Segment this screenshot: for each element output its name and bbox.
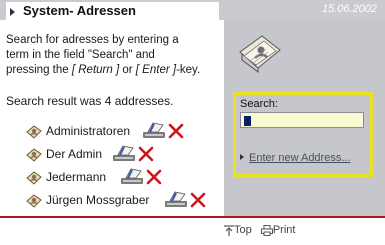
top-link[interactable]: Top: [224, 224, 255, 236]
page-title: System- Adressen: [23, 3, 136, 18]
user-link-juergen-mossgraber[interactable]: Jürgen Mossgraber: [46, 193, 149, 207]
title-box: System- Adressen: [6, 2, 219, 21]
enter-key-label: [ Enter ]: [135, 64, 177, 76]
delete-icon[interactable]: [168, 123, 184, 139]
search-result-text: Search result was 4 addresses.: [6, 94, 174, 108]
title-arrow-icon: [10, 8, 15, 16]
intro-line-3-mid: or: [119, 64, 136, 76]
delete-icon[interactable]: [146, 169, 162, 185]
search-label: Search:: [240, 98, 278, 110]
user-icon[interactable]: [26, 193, 42, 209]
arrow-right-icon: [240, 154, 244, 160]
intro-line-3-pre: pressing the: [6, 64, 72, 76]
date-label: 15.06.2002: [321, 3, 377, 15]
user-icon[interactable]: [26, 170, 42, 186]
intro-line-1: Search for adresses by entering a: [6, 34, 179, 46]
user-link-administratoren[interactable]: Administratoren: [46, 124, 130, 138]
return-key-label: [ Return ]: [71, 64, 120, 76]
edit-icon[interactable]: [112, 145, 136, 162]
user-link-der-admin[interactable]: Der Admin: [46, 147, 102, 161]
user-link-jedermann[interactable]: Jedermann: [46, 170, 106, 184]
user-icon[interactable]: [26, 124, 42, 140]
address-document-icon: [239, 35, 281, 73]
print-label: Print: [272, 224, 296, 237]
footer: Top Print: [224, 224, 295, 236]
top-icon: [224, 224, 234, 236]
print-link[interactable]: Print: [260, 224, 296, 237]
text-cursor: [244, 116, 251, 126]
print-icon: [260, 224, 273, 236]
edit-icon[interactable]: [120, 168, 144, 185]
delete-icon[interactable]: [190, 192, 206, 208]
enter-new-address-label: Enter new Address...: [249, 152, 351, 164]
main-panel: Search for adresses by entering a term i…: [0, 20, 224, 216]
footer-divider: [0, 216, 385, 218]
search-panel: Search: Enter new Address...: [233, 92, 373, 177]
user-icon[interactable]: [26, 147, 42, 163]
header-bar: System- Adressen 15.06.2002: [0, 0, 385, 21]
intro-line-3-post: -key.: [176, 64, 201, 76]
enter-new-address-link[interactable]: Enter new Address...: [240, 152, 351, 164]
edit-icon[interactable]: [142, 122, 166, 139]
intro-text: Search for adresses by entering a term i…: [6, 33, 218, 78]
delete-icon[interactable]: [138, 146, 154, 162]
search-input[interactable]: [240, 112, 364, 128]
intro-line-3: pressing the [ Return ] or [ Enter ]-key…: [6, 63, 218, 78]
intro-line-2: term in the field "Search" and: [6, 49, 155, 61]
top-label: Top: [234, 224, 252, 237]
edit-icon[interactable]: [164, 191, 188, 208]
